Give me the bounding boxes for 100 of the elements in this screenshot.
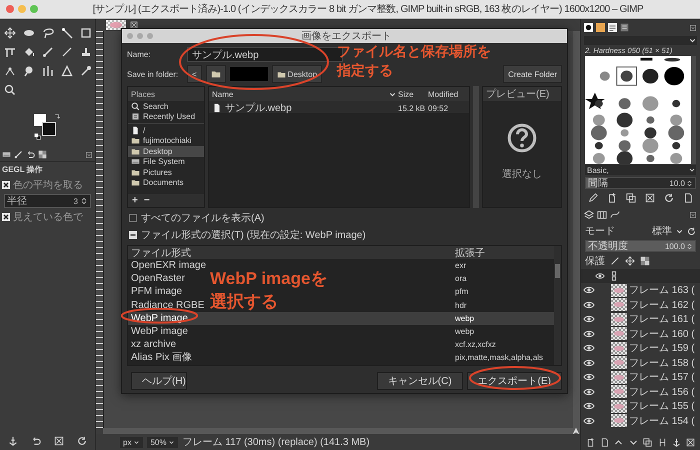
panel-menu-icon[interactable] [689, 24, 697, 32]
new-layer-icon[interactable] [586, 438, 595, 447]
measure-icon[interactable] [42, 65, 54, 77]
column-header[interactable]: Modified [428, 90, 466, 98]
bucket-icon[interactable] [23, 46, 35, 58]
image-tab-icon[interactable] [38, 150, 47, 159]
lock-alpha-icon[interactable] [640, 256, 650, 266]
remove-button[interactable]: − [144, 195, 150, 206]
channels-tab-icon[interactable] [597, 210, 607, 220]
brush-presets-drawing[interactable] [585, 56, 692, 164]
device-tab-icon[interactable] [2, 150, 11, 159]
spin-arrows-icon[interactable] [686, 180, 693, 186]
format-name[interactable]: xz archive [131, 339, 176, 350]
move-icon[interactable] [4, 27, 16, 39]
format-name[interactable]: OpenRaster [131, 273, 185, 284]
duplicate-icon[interactable] [643, 438, 652, 447]
place-item[interactable]: Recently Used [128, 112, 204, 122]
paths-tab-icon[interactable] [610, 210, 620, 220]
font-tab-icon[interactable] [608, 23, 617, 32]
place-item[interactable]: Pictures [128, 167, 204, 178]
scrollbar[interactable] [573, 31, 580, 428]
brush-icon[interactable] [42, 46, 54, 58]
collapse-icon[interactable] [129, 231, 137, 239]
delete-icon[interactable] [54, 436, 64, 446]
merge-icon[interactable] [658, 438, 667, 447]
wand-icon[interactable] [61, 27, 73, 39]
lower-icon[interactable] [628, 438, 638, 447]
expander-label[interactable]: ファイル形式の選択(T) (現在の設定: WebP image) [141, 228, 366, 242]
restore-icon[interactable] [31, 436, 42, 446]
format-name[interactable]: Alias Pix 画像 [131, 352, 192, 364]
panel-menu-icon[interactable] [85, 150, 93, 158]
panel-menu-icon[interactable] [689, 210, 697, 218]
background-color-swatch[interactable] [42, 122, 56, 136]
layer-name[interactable]: フレーム 155 ( [629, 399, 695, 414]
place-item[interactable]: Search [128, 101, 204, 112]
mode-value[interactable]: 標準 [652, 224, 672, 238]
undo-history-tab-icon[interactable] [26, 150, 35, 159]
place-item[interactable]: File System [128, 156, 204, 167]
place-item[interactable]: / [128, 125, 204, 136]
delete-icon[interactable] [686, 438, 696, 447]
checkbox[interactable] [2, 213, 10, 221]
default-colors-icon[interactable] [34, 133, 41, 140]
lock-position-icon[interactable] [625, 256, 635, 266]
format-name[interactable]: WebP image [131, 326, 188, 338]
format-name[interactable]: PFM image [131, 286, 182, 298]
anchor-icon[interactable] [672, 438, 681, 447]
checkbox[interactable] [129, 214, 137, 222]
column-header[interactable]: ファイル形式 [131, 246, 191, 260]
add-button[interactable]: + [132, 195, 138, 206]
stamp-icon[interactable] [80, 46, 92, 58]
document-tab-icon[interactable] [620, 23, 629, 32]
image-tab-thumbnail[interactable] [106, 20, 126, 30]
layer-name[interactable]: フレーム 156 ( [629, 384, 695, 399]
reset-icon[interactable] [76, 436, 87, 446]
warp-icon[interactable] [4, 46, 16, 58]
checkbox[interactable] [2, 181, 10, 189]
spacing-slider[interactable]: 間隔 10.0 [585, 177, 696, 189]
folder-path-button[interactable] [206, 65, 226, 83]
scrollbar[interactable] [103, 428, 580, 434]
layer-name[interactable]: フレーム 154 ( [629, 414, 695, 428]
layer-name[interactable]: フレーム 159 ( [629, 341, 695, 356]
layers-tab-icon[interactable] [584, 210, 594, 220]
help-button[interactable]: ヘルプ(H) [131, 372, 187, 390]
format-name[interactable]: Radiance RGBE [131, 300, 204, 311]
swap-arrow-icon[interactable] [54, 113, 61, 120]
close-icon[interactable] [130, 21, 138, 29]
ellipse-select-icon[interactable] [23, 27, 35, 39]
layer-name[interactable]: フレーム 158 ( [629, 356, 695, 370]
opacity-slider[interactable]: 不透明度 100.0 [585, 240, 696, 252]
place-item[interactable]: Desktop [128, 146, 204, 156]
zoom-dropdown[interactable]: 50% [147, 436, 178, 448]
cancel-button[interactable]: キャンセル(C) [376, 372, 463, 390]
column-header[interactable]: Size [398, 90, 428, 98]
column-header[interactable]: Name [212, 90, 388, 98]
format-name[interactable]: OpenEXR image [131, 260, 206, 272]
pen-icon[interactable] [61, 46, 73, 58]
crop-icon[interactable] [80, 27, 92, 39]
eyedropper-icon[interactable] [80, 65, 92, 77]
reset-mode-icon[interactable] [687, 226, 696, 236]
brush-tag-field[interactable]: Basic, [585, 165, 696, 175]
unit-dropdown[interactable]: px [120, 436, 144, 448]
lasso-icon[interactable] [42, 27, 54, 39]
path-icon[interactable] [4, 65, 16, 77]
place-item[interactable]: Documents [128, 178, 204, 188]
layer-name[interactable]: フレーム 161 ( [629, 312, 695, 326]
new-group-icon[interactable] [600, 438, 610, 447]
new-brush-icon[interactable] [606, 193, 617, 203]
delete-icon[interactable] [645, 193, 656, 203]
brush-tab-icon[interactable] [584, 23, 593, 32]
tool-options-tab-icon[interactable] [14, 150, 23, 159]
option-dropdown[interactable]: 半径 3 [4, 194, 91, 208]
document-icon[interactable] [683, 193, 694, 203]
place-item[interactable]: fujimotochiaki [128, 136, 204, 146]
zoom-icon[interactable] [4, 84, 16, 96]
layer-name[interactable]: フレーム 160 ( [629, 326, 695, 341]
layer-name[interactable]: フレーム 157 ( [629, 370, 695, 384]
smudge-icon[interactable] [23, 65, 35, 77]
column-header[interactable]: 拡張子 [455, 246, 485, 260]
layer-name[interactable]: フレーム 162 ( [629, 298, 695, 312]
refresh-icon[interactable] [664, 193, 674, 203]
